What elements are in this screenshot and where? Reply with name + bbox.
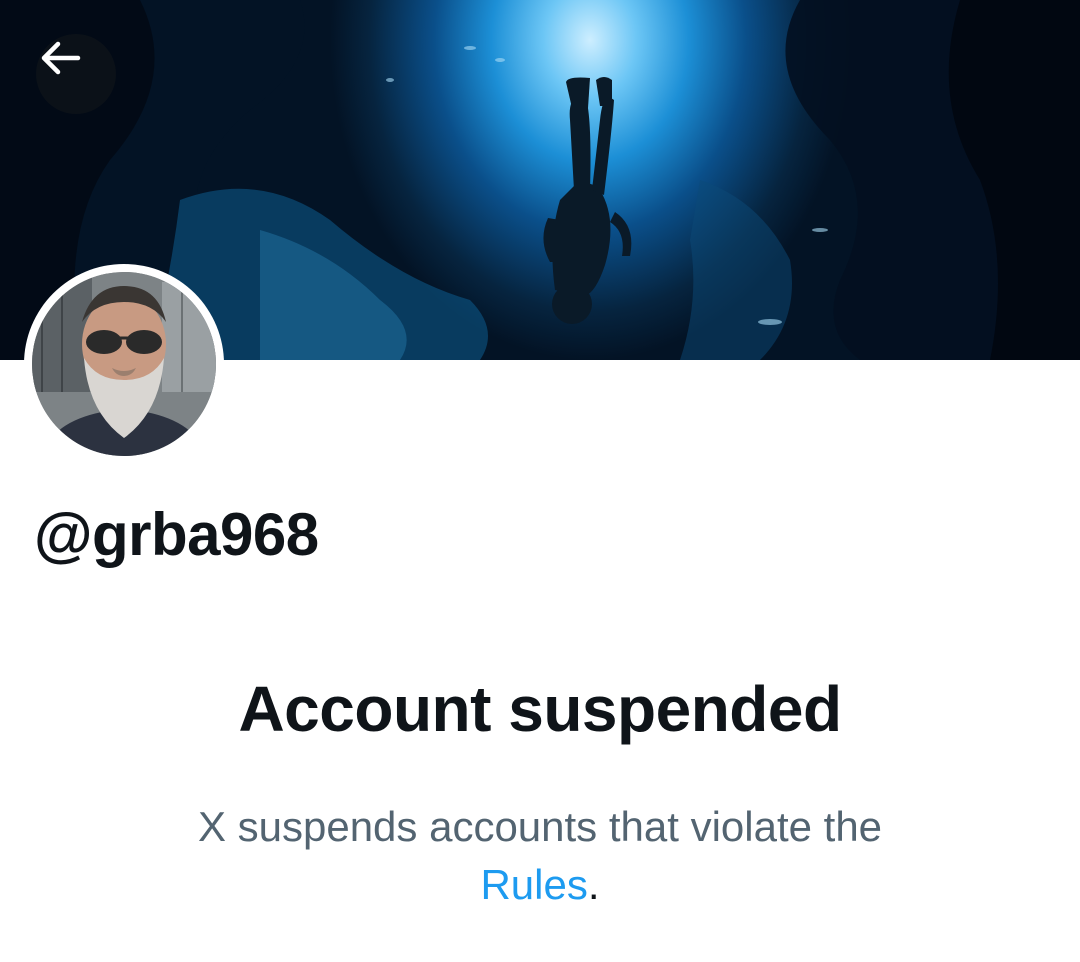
profile-page: @grba968 Account suspended X suspends ac… xyxy=(0,0,1080,962)
diver-silhouette xyxy=(543,77,632,324)
profile-handle: @grba968 xyxy=(34,501,319,568)
suspension-message: X suspends accounts that violate the Rul… xyxy=(140,798,940,914)
suspension-message-text: X suspends accounts that violate the xyxy=(197,803,883,850)
suspension-title: Account suspended xyxy=(238,673,842,745)
back-button[interactable] xyxy=(36,34,116,114)
trailing-punctuation: . xyxy=(587,861,600,908)
avatar[interactable] xyxy=(24,264,224,464)
rules-link[interactable]: Rules xyxy=(480,861,587,908)
avatar-image xyxy=(32,272,216,456)
